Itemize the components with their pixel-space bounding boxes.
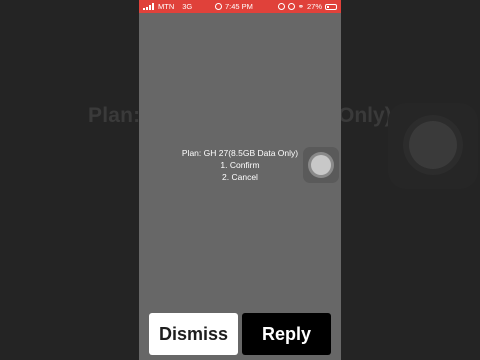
- alarm-icon: [287, 3, 295, 10]
- status-bar: MTN 3G 7:45 PM ⚭ 27%: [139, 0, 341, 13]
- network-label: 3G: [182, 2, 193, 11]
- background-plan-text-right: Only): [338, 104, 392, 127]
- background-assistive-touch-dot: [409, 121, 457, 169]
- assistive-touch-button[interactable]: [303, 147, 339, 183]
- carrier-label: MTN: [158, 2, 175, 11]
- location-icon: [277, 3, 285, 10]
- battery-icon: [325, 3, 337, 10]
- status-time-group: 7:45 PM: [215, 2, 253, 11]
- status-right-group: ⚭ 27%: [277, 2, 337, 11]
- data-saver-icon: [215, 3, 222, 10]
- reply-button[interactable]: Reply: [242, 313, 331, 355]
- assistive-touch-icon: [311, 155, 331, 175]
- headphones-icon: ⚭: [297, 2, 304, 11]
- dismiss-button[interactable]: Dismiss: [149, 313, 238, 355]
- battery-percent: 27%: [306, 2, 322, 11]
- status-time: 7:45 PM: [225, 2, 253, 11]
- background-plan-text: Plan:: [88, 104, 141, 127]
- signal-icon: [143, 3, 154, 10]
